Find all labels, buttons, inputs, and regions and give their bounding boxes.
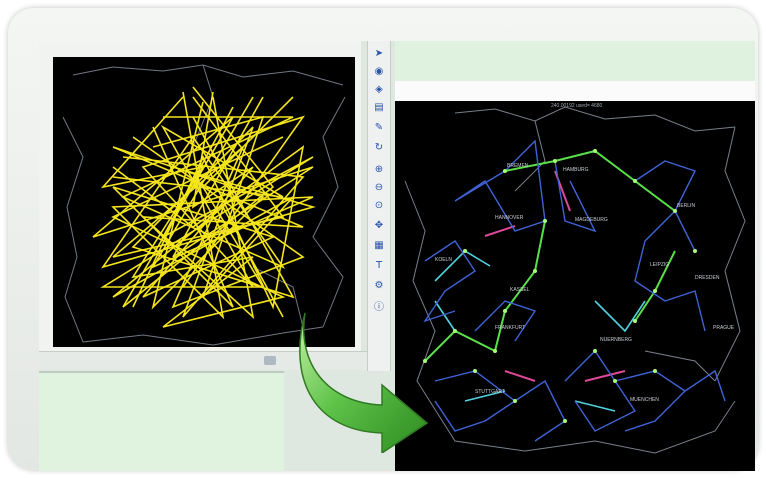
city-label: BERLIN — [677, 203, 695, 209]
city-label: DRESDEN — [695, 275, 720, 281]
blue-links — [423, 139, 726, 442]
city-label: MUENCHEN — [630, 397, 659, 403]
scrollbar-thumb[interactable] — [264, 356, 276, 365]
city-label: HAMBURG — [563, 167, 589, 173]
edit-icon[interactable]: ✎ — [372, 121, 386, 133]
city-label: MAGDEBURG — [575, 217, 608, 223]
city-label: HANNOVER — [495, 215, 524, 221]
table-icon[interactable]: ▦ — [372, 239, 386, 251]
zoom-fit-icon[interactable]: ⊙ — [372, 199, 386, 211]
cursor-icon[interactable]: ➤ — [372, 47, 386, 59]
city-label: NUERNBERG — [600, 337, 632, 343]
network-map[interactable]: BREMEN HAMBURG BERLIN HANNOVER MAGDEBURG… — [395, 101, 755, 471]
image-frame: ➤ ◉ ◈ ▤ ✎ ↻ ⊕ ⊖ ⊙ ✥ ▦ T ⚙ ⓘ BREMEN HAMBU… — [8, 8, 758, 471]
filter-icon[interactable]: ▤ — [372, 101, 386, 113]
refresh-icon[interactable]: ↻ — [372, 141, 386, 153]
city-labels: BREMEN HAMBURG BERLIN HANNOVER MAGDEBURG… — [435, 163, 735, 403]
zoom-in-icon[interactable]: ⊕ — [372, 163, 386, 175]
settings-icon[interactable]: ⚙ — [372, 279, 386, 291]
city-label: PRAGUE — [713, 325, 735, 331]
magenta-links — [484, 170, 626, 382]
layers-icon[interactable]: ◈ — [372, 83, 386, 95]
cyan-links — [434, 249, 646, 412]
city-label: KASSEL — [510, 287, 530, 293]
green-links — [424, 149, 676, 362]
left-bottom-panel — [39, 371, 284, 471]
screenshot-area: ➤ ◉ ◈ ▤ ✎ ↻ ⊕ ⊖ ⊙ ✥ ▦ T ⚙ ⓘ BREMEN HAMBU… — [39, 41, 755, 471]
city-label: FRANKFURT — [495, 325, 525, 331]
city-label: KOELN — [435, 257, 452, 263]
zoom-out-icon[interactable]: ⊖ — [372, 181, 386, 193]
transition-arrow-icon — [287, 293, 447, 453]
city-label: BREMEN — [507, 163, 529, 169]
globe-icon[interactable]: ◉ — [372, 65, 386, 77]
map-caption: 240.00192 used= 4680 — [551, 103, 603, 109]
pan-icon[interactable]: ✥ — [372, 219, 386, 231]
network-svg: BREMEN HAMBURG BERLIN HANNOVER MAGDEBURG… — [404, 106, 746, 454]
text-icon[interactable]: T — [372, 259, 386, 271]
city-label: LEIPZIG — [650, 262, 669, 268]
right-top-panel — [395, 41, 755, 82]
city-label: STUTTGART — [475, 389, 505, 395]
